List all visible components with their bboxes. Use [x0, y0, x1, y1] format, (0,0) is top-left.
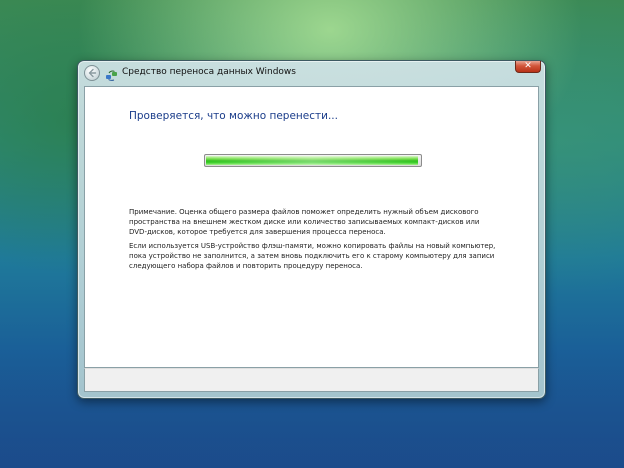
transfer-window: Средство переноса данных Windows ✕ Прове… — [77, 60, 546, 399]
usb-note-text: Если используется USB-устройство флэш-па… — [129, 242, 496, 270]
title-bar[interactable]: Средство переноса данных Windows ✕ — [78, 61, 545, 85]
close-icon: ✕ — [524, 61, 532, 71]
back-arrow-icon — [88, 68, 97, 78]
note-text: Примечание. Оценка общего размера файлов… — [129, 208, 480, 236]
close-button[interactable]: ✕ — [515, 61, 541, 73]
content-area: Проверяется, что можно перенести... Прим… — [84, 86, 539, 368]
progress-bar — [204, 154, 422, 167]
progress-fill — [206, 156, 418, 165]
button-bar — [84, 368, 539, 392]
back-button[interactable] — [84, 65, 100, 81]
page-title: Проверяется, что можно перенести... — [129, 110, 338, 122]
transfer-icon — [105, 67, 118, 81]
window-title: Средство переноса данных Windows — [122, 67, 296, 77]
